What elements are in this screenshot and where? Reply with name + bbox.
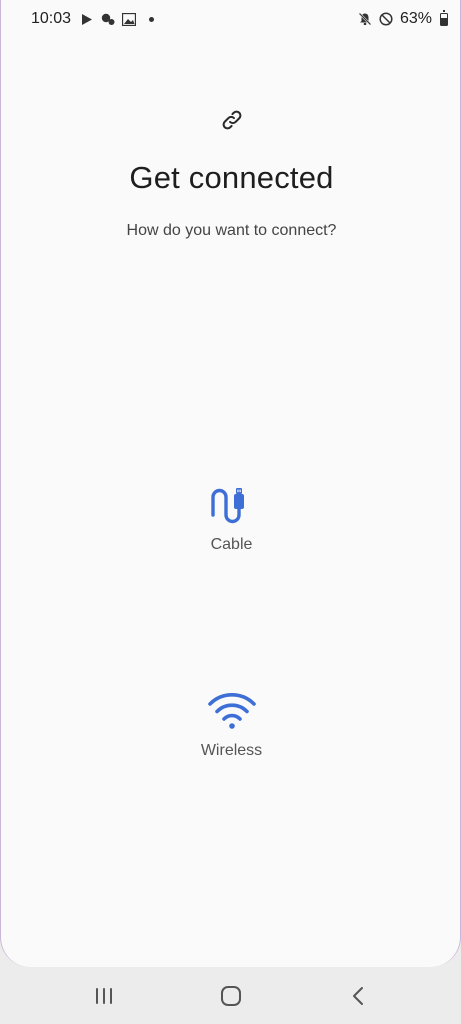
back-icon	[352, 986, 363, 1005]
battery-percent: 63%	[399, 10, 432, 27]
status-time: 10:03	[31, 10, 72, 27]
wireless-option-button[interactable]: Wireless	[151, 688, 312, 768]
dot-icon	[149, 16, 155, 22]
back-button[interactable]	[328, 976, 388, 1016]
mute-icon	[358, 12, 372, 26]
battery-icon	[440, 10, 448, 26]
status-right: 63%	[358, 10, 448, 28]
recent-apps-icon	[95, 987, 112, 1004]
status-bar: 10:03 63%	[1, 0, 461, 38]
status-left: 10:03	[31, 10, 155, 28]
home-button[interactable]	[201, 976, 261, 1016]
navigation-bar	[0, 967, 461, 1024]
cable-option-button[interactable]: Cable	[151, 482, 312, 562]
page-subtitle: How do you want to connect?	[126, 222, 337, 239]
play-store-icon	[80, 12, 94, 26]
do-not-disturb-icon	[379, 12, 393, 26]
notification-bubbles-icon	[101, 12, 115, 26]
recent-apps-button[interactable]	[74, 976, 134, 1016]
screen: 10:03 63% Get connected How do you want …	[0, 0, 461, 1024]
battery-fill	[441, 17, 447, 25]
link-icon	[219, 107, 245, 133]
cable-option-label: Cable	[210, 536, 253, 553]
gallery-icon	[122, 12, 137, 26]
wireless-option-label: Wireless	[200, 742, 263, 759]
content-card: 10:03 63% Get connected How do you want …	[0, 0, 461, 967]
home-icon	[220, 985, 241, 1006]
usb-cable-icon	[207, 482, 257, 526]
page-title: Get connected	[129, 160, 334, 195]
wifi-icon	[207, 688, 257, 732]
